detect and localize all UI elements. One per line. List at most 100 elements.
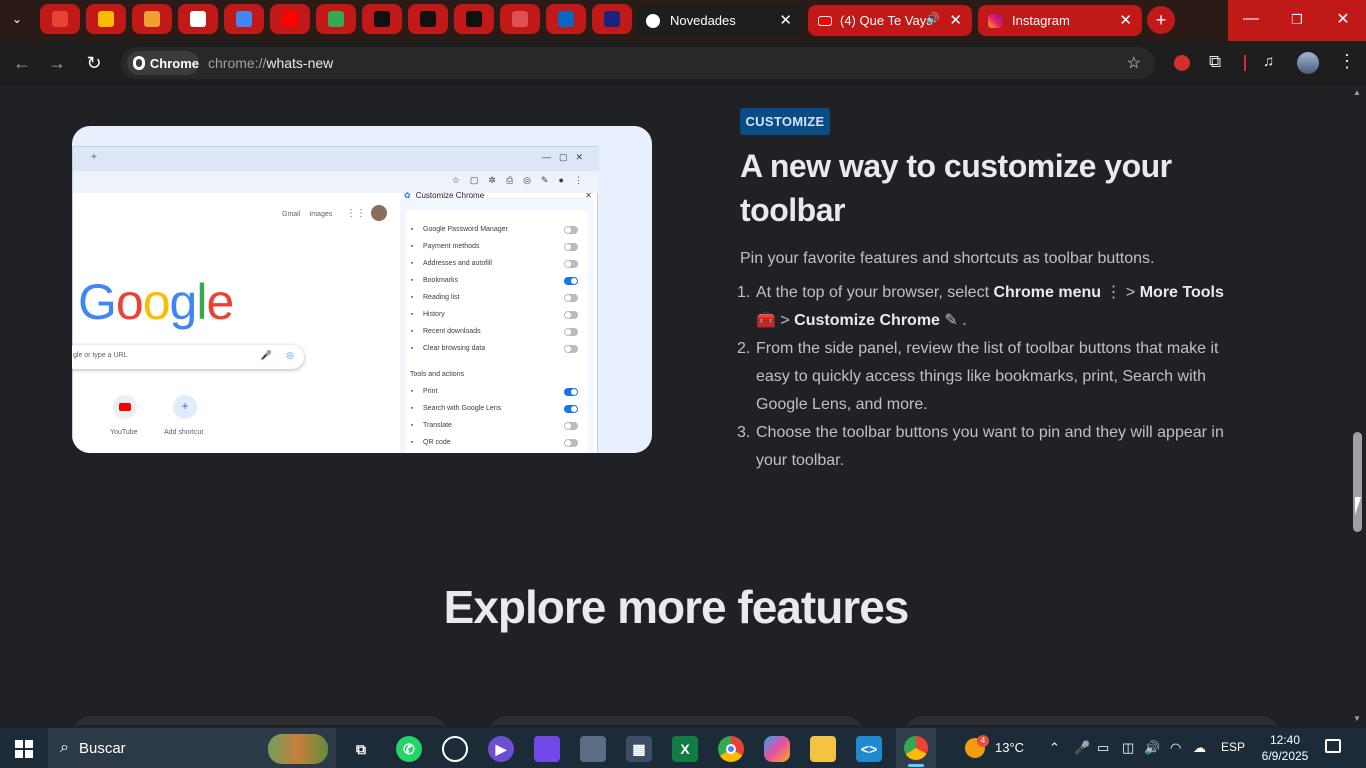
google-icon [190, 11, 206, 27]
feature-card-peek[interactable] [904, 716, 1280, 725]
green-app-tab[interactable] [316, 4, 356, 34]
chrome-icon [646, 13, 660, 28]
back-icon[interactable]: ← [11, 52, 33, 74]
panel-item-label: Translate [423, 422, 452, 429]
item-icon: ▪ [410, 422, 414, 429]
camera-tray-icon[interactable]: ◫ [1122, 740, 1134, 756]
excel-icon[interactable]: X [672, 736, 698, 762]
tab-youtube[interactable]: (4) Que Te Vaya 🔊 ✕ [808, 5, 972, 36]
audio-icon[interactable]: 🔊 [926, 12, 940, 25]
panel-item-label: Recent downloads [423, 328, 481, 335]
windows-start-icon[interactable] [15, 740, 33, 758]
plus-icon: + [91, 152, 97, 163]
toggle [564, 260, 578, 268]
taskbar-search[interactable]: ⌕ Buscar [48, 728, 336, 768]
restore-button[interactable]: ❐ [1274, 0, 1320, 41]
tab-instagram[interactable]: Instagram ✕ [978, 5, 1142, 36]
feature-card-peek[interactable] [488, 716, 864, 725]
panel-title: ✿ Customize Chrome [404, 191, 485, 200]
youtube-tab[interactable] [270, 4, 310, 34]
file-explorer-icon[interactable] [810, 736, 836, 762]
item-icon: ▪ [410, 226, 414, 233]
volume-icon[interactable]: 🔊 [1144, 740, 1160, 756]
openai-tab[interactable] [500, 4, 540, 34]
toggle [564, 294, 578, 302]
chrome-taskbar-icon[interactable] [718, 736, 744, 762]
cloud-icon [144, 11, 160, 27]
obs-icon[interactable] [442, 736, 468, 762]
scroll-up-icon[interactable]: ▲ [1353, 88, 1361, 97]
ntp-links: Gmail Images [282, 211, 333, 218]
profile-avatar[interactable] [1297, 52, 1319, 74]
panel-item-label: Reading list [423, 294, 460, 301]
notifications-icon[interactable] [1325, 739, 1341, 753]
instagram-icon [988, 13, 1002, 28]
panel-item-label: Print [423, 388, 438, 395]
whatsapp-icon[interactable]: ✆ [396, 736, 422, 762]
camera-icon[interactable] [580, 736, 606, 762]
close-tab-icon[interactable]: ✕ [1119, 11, 1132, 29]
extensions-puzzle-icon[interactable]: ⧉ [1209, 52, 1221, 72]
tab-novedades[interactable]: Novedades ✕ [636, 5, 802, 36]
minimize-button[interactable]: — [1228, 0, 1274, 41]
translate-tab[interactable] [224, 4, 264, 34]
google-tab[interactable] [178, 4, 218, 34]
hex-tab[interactable] [454, 4, 494, 34]
chrome-active-taskbar[interactable] [896, 728, 936, 768]
temperature[interactable]: 13°C [995, 740, 1024, 755]
close-window-button[interactable]: ✕ [1320, 0, 1366, 41]
panel-item: ▪ Recent downloads [408, 328, 580, 336]
scrollbar[interactable]: ▲ ▼ [1350, 86, 1366, 725]
asterisk-tab[interactable] [362, 4, 402, 34]
media-player-icon[interactable]: ▶ [488, 736, 514, 762]
copilot-icon[interactable] [764, 736, 790, 762]
feature-card-peek[interactable] [72, 716, 448, 725]
panel-close-icon: ✕ [585, 191, 592, 200]
tab-search-icon[interactable]: ⌄ [12, 12, 22, 26]
shortcut-label: Add shortcut [164, 429, 204, 436]
drive-tab[interactable] [86, 4, 126, 34]
toggle [564, 277, 578, 285]
chevron-up-icon[interactable]: ⌃ [1049, 740, 1060, 756]
chrome-menu-icon[interactable]: ⋮ [1338, 51, 1356, 72]
mic-icon: 🎤 [260, 350, 272, 360]
cloud-tab[interactable] [132, 4, 172, 34]
tab-strip: ⌄ Novedades ✕ (4) Que Te Vaya 🔊 ✕ Instag… [0, 0, 1366, 41]
close-tab-icon[interactable]: ✕ [779, 11, 792, 29]
clipchamp-icon[interactable] [534, 736, 560, 762]
toggle [564, 226, 578, 234]
item-icon: ▪ [410, 243, 414, 250]
onedrive-icon[interactable]: ☁ [1193, 740, 1206, 756]
calculator-icon[interactable]: ▦ [626, 736, 652, 762]
site-chip[interactable]: Chrome [127, 51, 199, 75]
task-view-icon[interactable]: ⧉ [348, 736, 374, 762]
divider [1244, 55, 1246, 71]
url-text[interactable]: chrome://whats-new [208, 55, 333, 71]
mic-icon[interactable]: 🎤 [1074, 740, 1090, 756]
reload-icon[interactable]: ↻ [83, 52, 105, 74]
battery-icon[interactable]: ▭ [1097, 740, 1109, 756]
wifi-icon[interactable]: ◠ [1170, 740, 1181, 756]
bookmark-star-icon[interactable]: ☆ [1127, 53, 1141, 73]
panel-item-label: Clear browsing data [423, 345, 486, 352]
clock[interactable]: 12:40 6/9/2025 [1256, 732, 1314, 764]
address-bar[interactable]: Chrome chrome://whats-new ☆ [121, 47, 1155, 79]
extension-red-icon[interactable] [1174, 55, 1190, 71]
vscode-icon[interactable]: <> [856, 736, 882, 762]
search-icon: ⌕ [60, 739, 69, 756]
scrollbar-thumb[interactable] [1353, 432, 1362, 532]
toggle [564, 388, 578, 396]
linkedin-tab[interactable] [546, 4, 586, 34]
media-controls-icon[interactable]: ♫ [1263, 53, 1274, 70]
new-tab-button[interactable]: + [1147, 6, 1175, 34]
scroll-down-icon[interactable]: ▼ [1353, 714, 1361, 723]
toggle [564, 345, 578, 353]
gmail-tab[interactable] [40, 4, 80, 34]
blue-app-tab[interactable] [592, 4, 632, 34]
forward-icon[interactable]: → [46, 52, 68, 74]
close-tab-icon[interactable]: ✕ [949, 11, 962, 29]
toggle [564, 422, 578, 430]
language-indicator[interactable]: ESP [1221, 740, 1245, 754]
shortcut-youtube [113, 395, 137, 419]
github-tab[interactable] [408, 4, 448, 34]
